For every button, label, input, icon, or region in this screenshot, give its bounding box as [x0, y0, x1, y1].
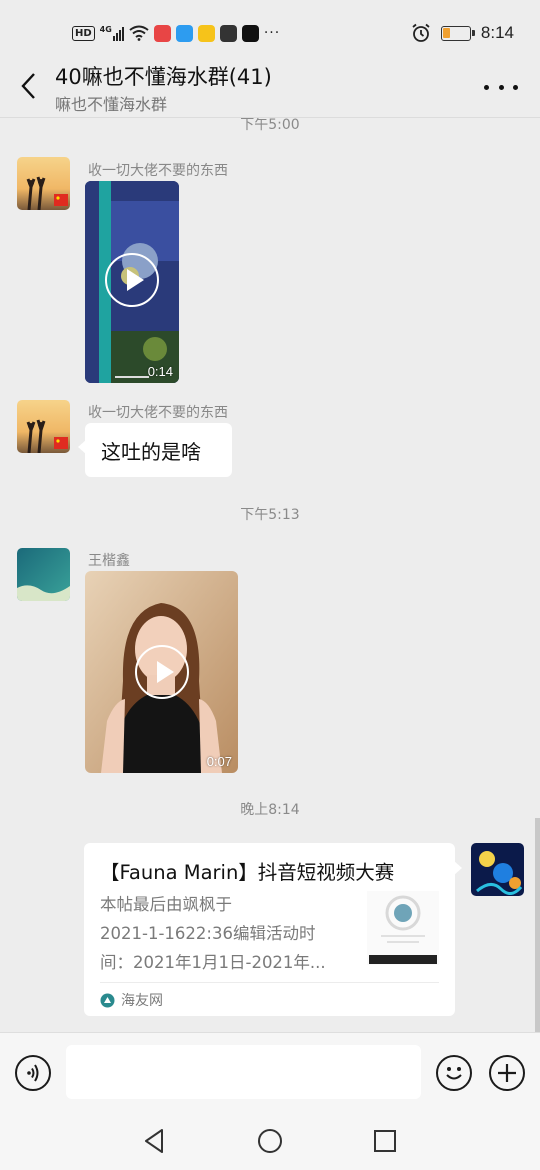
emoji-icon: [446, 1067, 462, 1080]
clock: 8:14: [480, 23, 514, 42]
avatar[interactable]: [471, 843, 524, 896]
back-triangle-icon[interactable]: [140, 1126, 170, 1156]
video-message[interactable]: 0:07: [85, 571, 238, 773]
play-icon[interactable]: [105, 253, 159, 307]
plus-button[interactable]: [489, 1055, 525, 1091]
app-notification-icon: [219, 24, 237, 42]
network-type-label: 4G: [99, 25, 112, 34]
sender-name: 收一切大佬不要的东西: [88, 405, 228, 421]
timestamp: 下午5:13: [240, 507, 300, 523]
system-navigation-bar: [0, 1112, 540, 1170]
voice-input-icon: [27, 1064, 39, 1082]
message-text: 这吐的是啥: [101, 439, 201, 464]
more-notifications-icon: ···: [263, 25, 281, 41]
app-notification-icon: [241, 24, 259, 42]
play-icon[interactable]: [134, 645, 189, 699]
link-card-message[interactable]: 【Fauna Marin】抖音短视频大赛 本帖最后由飒枫于 2021-1-162…: [84, 843, 462, 1016]
app-notification-icon: [175, 24, 193, 42]
avatar[interactable]: [17, 400, 70, 453]
chat-title: 40嘛也不懂海水群(41): [55, 65, 272, 89]
link-card-description: 本帖最后由飒枫于 2021-1-1622:36编辑活动时 间：2021年1月1日…: [100, 890, 352, 977]
chat-header: 40嘛也不懂海水群(41) 嘛也不懂海水群: [0, 56, 540, 118]
link-card-title: 【Fauna Marin】抖音短视频大赛: [100, 861, 395, 884]
input-bar: [0, 1032, 540, 1112]
recents-square-icon[interactable]: [370, 1126, 400, 1156]
plus-icon: [498, 1064, 516, 1082]
link-card-thumbnail: [367, 891, 439, 965]
timestamp: 下午5:00: [240, 118, 300, 133]
link-card-source-name: 海友网: [121, 993, 163, 1009]
voice-input-button[interactable]: [15, 1055, 51, 1091]
emoji-button[interactable]: [436, 1055, 472, 1091]
more-horizontal-icon: [484, 84, 489, 90]
video-message[interactable]: 0:14: [85, 181, 179, 383]
status-bar-left: HD 4G ···: [72, 22, 280, 44]
more-button[interactable]: [484, 72, 518, 102]
chat-subtitle: 嘛也不懂海水群: [55, 95, 168, 114]
back-button[interactable]: [14, 68, 42, 104]
timestamp: 晚上8:14: [240, 802, 300, 818]
app-notification-icon: [153, 24, 171, 42]
avatar[interactable]: [17, 548, 70, 601]
message-list[interactable]: 下午5:00 收一切大佬不要的东西 0:14 收一切大佬不要的东西 这吐的是啥 …: [0, 118, 540, 1032]
avatar[interactable]: [17, 157, 70, 210]
chevron-left-icon: [21, 73, 35, 99]
sender-name: 王楷鑫: [88, 553, 130, 569]
status-bar: HD 4G ··· 8:14: [0, 0, 540, 62]
divider: [100, 982, 439, 983]
link-card-description-line: 间：2021年1月1日-2021年...: [100, 953, 326, 972]
video-duration: 0:07: [206, 754, 232, 769]
video-duration: 0:14: [147, 364, 173, 379]
wifi-icon: [129, 25, 149, 41]
signal-icon: 4G: [100, 25, 124, 41]
site-logo-icon: [100, 993, 115, 1007]
app-notification-icon: [197, 24, 215, 42]
link-card-source: 海友网: [100, 990, 163, 1010]
message-input[interactable]: [66, 1045, 421, 1099]
alarm-icon: [412, 23, 430, 42]
link-card-description-line: 2021-1-1622:36编辑活动时: [100, 924, 316, 943]
hd-icon: HD: [72, 25, 95, 41]
status-bar-right: 8:14: [411, 22, 514, 44]
sender-name: 收一切大佬不要的东西: [88, 163, 228, 179]
scrollbar[interactable]: [535, 818, 540, 1032]
message-bubble[interactable]: 这吐的是啥: [78, 423, 232, 477]
home-circle-icon[interactable]: [255, 1126, 285, 1156]
battery-level: [443, 28, 451, 38]
link-card-description-line: 本帖最后由飒枫于: [100, 895, 232, 914]
battery-icon: [440, 25, 475, 41]
